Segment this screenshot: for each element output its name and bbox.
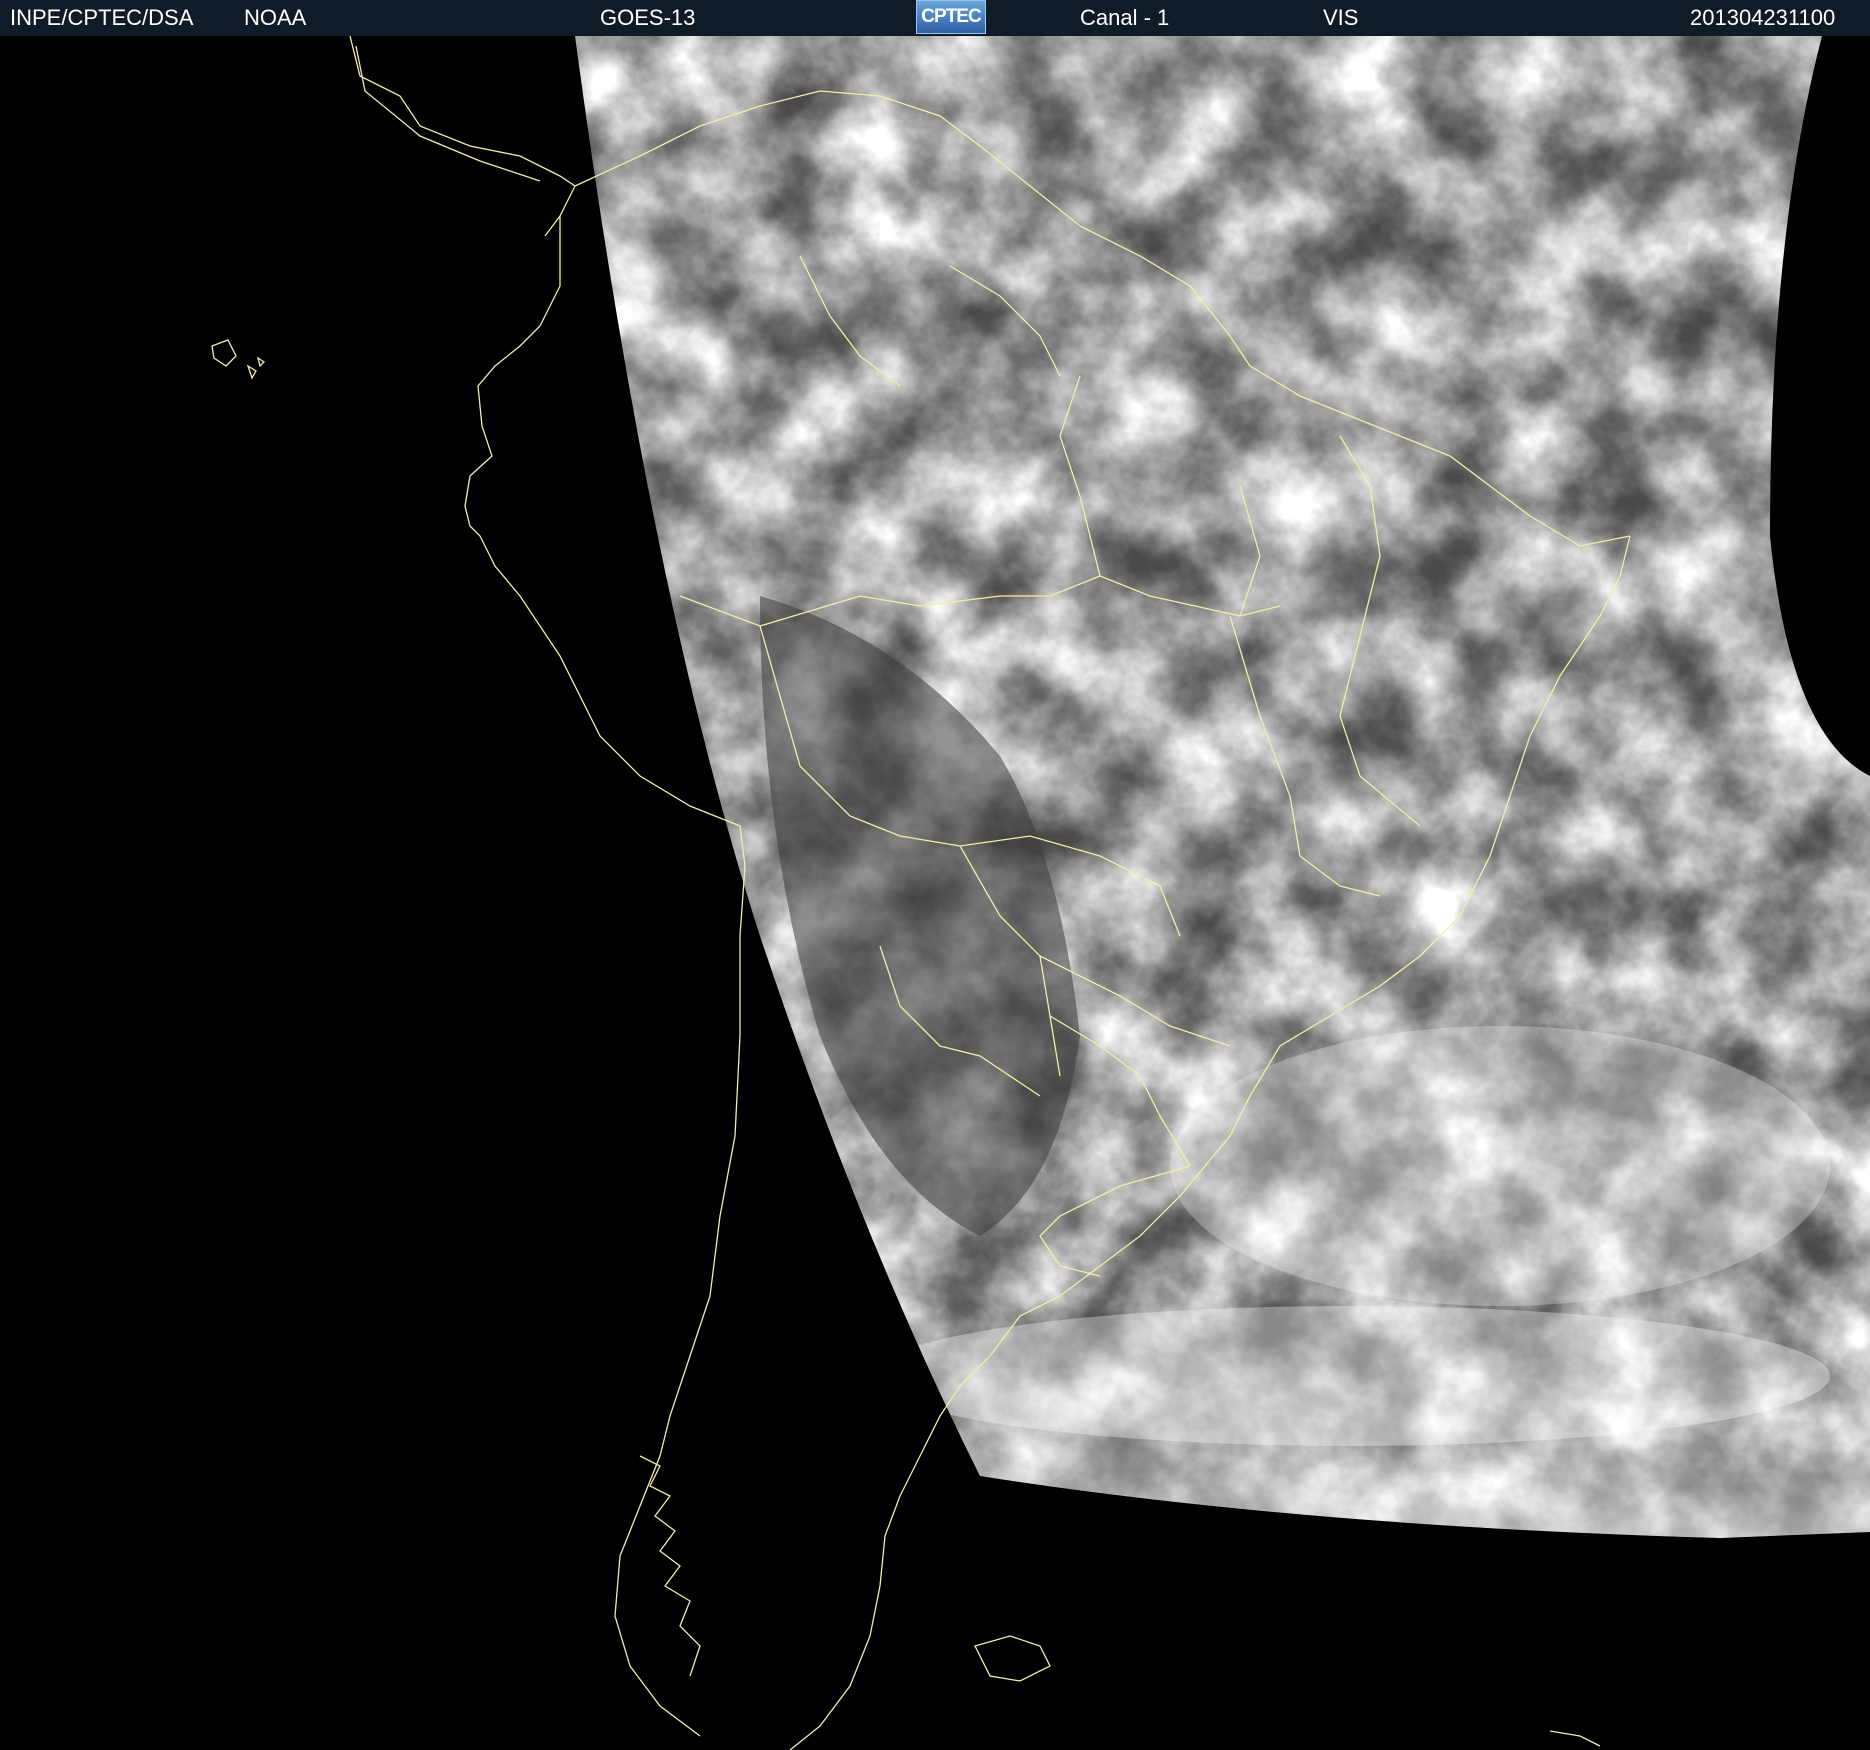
agency-label: NOAA [244, 5, 307, 30]
header-bar: INPE/CPTEC/DSA NOAA GOES-13 CPTEC Canal … [0, 0, 1870, 36]
institution-label: INPE/CPTEC/DSA [10, 5, 194, 30]
channel-label: Canal - 1 [1080, 5, 1170, 30]
south-georgia-island [1549, 1730, 1601, 1747]
central-america-coast [349, 36, 576, 237]
band-label: VIS [1323, 5, 1359, 30]
cptec-logo-text: CPTEC [921, 6, 981, 27]
satellite-map [0, 36, 1870, 1750]
satellite-swath [575, 36, 1870, 1538]
chilean-fjords [639, 1455, 701, 1677]
timestamp-label: 201304231100 [1690, 5, 1836, 30]
satellite-label: GOES-13 [600, 5, 696, 30]
falkland-islands [974, 1635, 1051, 1682]
satellite-map-svg [211, 36, 1870, 1750]
galapagos-islands [211, 339, 266, 380]
cptec-logo: CPTEC [916, 0, 986, 34]
central-america-coast-south [355, 45, 541, 182]
